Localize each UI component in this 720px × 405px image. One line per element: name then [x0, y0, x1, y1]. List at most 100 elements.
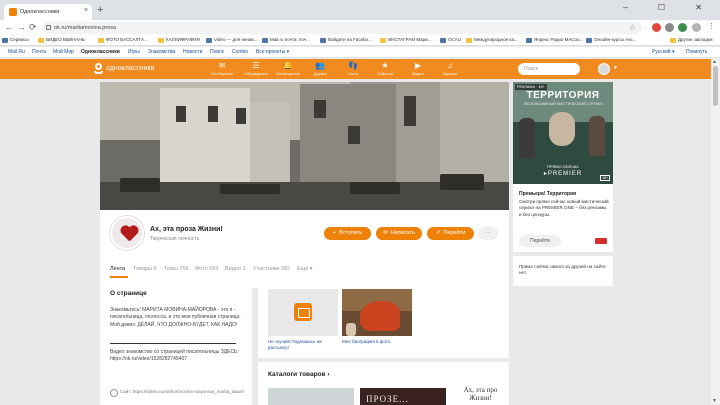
ad-show-subtitle: ЭКСКЛЮЗИВНЫЙ МИСТИЧЕСКИЙ СЕРИАЛ [523, 102, 603, 106]
about-title: О странице [110, 290, 147, 297]
group-type: Творческая личность [150, 236, 200, 242]
scroll-down-icon[interactable]: ▼ [712, 398, 717, 404]
goto-button[interactable]: ↗ Перейти [427, 227, 474, 240]
user-avatar[interactable] [598, 63, 610, 75]
extension-icon[interactable] [652, 23, 661, 32]
subscribe-thumbnail[interactable] [268, 289, 338, 336]
mailru-bar: Mail.Ru Почта Мой Мир Одноклассники Игры… [0, 47, 720, 58]
ad-image[interactable]: РЕКЛАМА · 18+ ТЕРРИТОРИЯ ЭКСКЛЮЗИВНЫЙ МИ… [513, 82, 613, 184]
mailru-link[interactable]: Combo [232, 49, 248, 55]
menu-dots-icon[interactable]: ⋮ [708, 22, 715, 30]
bookmark-item[interactable]: КАЛЛИФРАФИЯ [158, 37, 200, 43]
forward-icon[interactable]: → [17, 22, 26, 32]
logout-link[interactable]: Покинуть [686, 49, 708, 55]
bookmark-item[interactable]: Video — для ненав... [206, 37, 257, 43]
mailru-link[interactable]: Mail.Ru [8, 49, 25, 55]
about-text: Знакомьтесь! МАРИТА МОВИНА-МАЙОРОВА - эт… [110, 307, 241, 328]
about-site-link[interactable]: Сайт: https://ridero.ru/author/movina-ma… [110, 389, 245, 397]
ok-search-input[interactable]: Поиск [518, 63, 580, 75]
chevron-down-icon[interactable]: ▼ [613, 65, 618, 71]
extension-icon[interactable] [678, 23, 687, 32]
catalog-item[interactable]: ПРОЗЕ... [360, 388, 446, 405]
mailru-link[interactable]: Знакомства [148, 49, 175, 55]
music-icon: ♫ [447, 61, 453, 70]
group-avatar[interactable] [110, 216, 144, 250]
browser-tabstrip: Одноклассники × + – ☐ ✕ [0, 0, 720, 20]
biography-album-thumbnail[interactable] [342, 289, 412, 336]
window-controls[interactable]: – ☐ ✕ [623, 3, 716, 12]
bookmark-item-other[interactable]: Другие закладки [670, 37, 712, 43]
bookmark-item[interactable]: ВИДЕО ВВИНАНЬ [38, 37, 85, 43]
tab-topics[interactable]: Темы 766 [164, 266, 189, 272]
back-icon[interactable]: ← [5, 22, 14, 32]
bookmark-item[interactable]: Сервисы [2, 37, 29, 43]
ad-now-text: ПРЯМО СЕЙЧАС [546, 164, 580, 169]
mailru-projects-dropdown[interactable]: Все проекты ▾ [256, 49, 289, 55]
heart-icon [120, 226, 138, 242]
mailru-link[interactable]: Новости [183, 49, 202, 55]
scrollbar-thumb[interactable] [713, 66, 718, 106]
mailru-link[interactable]: Мой Мир [53, 49, 74, 55]
cover-photo[interactable] [100, 82, 509, 210]
screen: Одноклассники × + – ☐ ✕ ← → ⟳ ok.ru/mari… [0, 0, 720, 405]
mail-icon [294, 303, 312, 321]
address-bar[interactable]: ok.ru/maritamovina.prosa ☆ [42, 22, 642, 34]
ok-favicon-icon [9, 8, 17, 16]
tab-goods[interactable]: Товары 6 [133, 266, 157, 272]
ad-goto-button[interactable]: Перейти [519, 235, 561, 247]
ad-heading[interactable]: Премьера! Территория [519, 191, 576, 197]
mailru-link[interactable]: Почта [32, 49, 46, 55]
divider [110, 343, 236, 344]
plus-icon: + [332, 230, 337, 236]
lock-icon [46, 25, 51, 30]
catalog-title[interactable]: Каталоги товаров › [268, 371, 330, 378]
reload-icon[interactable]: ⟳ [29, 22, 37, 33]
nav-music[interactable]: ♫ Музыка [430, 61, 470, 76]
catalog-panel: Каталоги товаров › ПРОЗЕ... Ах, эта про … [258, 362, 509, 405]
join-button[interactable]: + Вступить [324, 227, 371, 240]
message-icon: ✉ [383, 230, 388, 236]
browser-tab[interactable]: Одноклассники × [4, 4, 92, 20]
tab-members[interactable]: Участники 382 [253, 266, 290, 272]
new-tab-button[interactable]: + [97, 5, 103, 16]
bookmark-item[interactable]: OCAU [440, 37, 461, 43]
url-text: ok.ru/maritamovina.prosa [54, 25, 117, 31]
about-video-link[interactable]: Видео знакомство со страницей писательни… [110, 349, 245, 364]
bookmark-item[interactable]: Яндекс Радио МАСоо... [526, 37, 583, 43]
bookmark-star-icon[interactable]: ☆ [629, 23, 636, 32]
premier-logo: ▸PREMIER [543, 171, 583, 177]
mailru-link[interactable]: Поиск [210, 49, 224, 55]
scrollbar[interactable] [711, 59, 720, 405]
mailru-link[interactable]: Игры [128, 49, 140, 55]
more-button[interactable]: ··· [478, 227, 498, 240]
ok-logo-icon[interactable] [94, 63, 103, 75]
browser-toolbar: ← → ⟳ ok.ru/maritamovina.prosa ☆ ⋮ [0, 20, 720, 36]
bookmark-item[interactable]: ФОТО БАССАЛТА... [98, 37, 148, 43]
biography-caption[interactable]: Моя биография в фото [342, 339, 414, 345]
catalog-item[interactable]: Ах, эта про Жизни! [452, 386, 509, 405]
bookmark-item[interactable]: Онлайн-курсы Анс... [586, 37, 637, 43]
ok-header: одноклассники ✉ Сообщения ☰ Обсуждения 🔔 Оп… [0, 59, 720, 79]
bookmark-item[interactable]: ИНСТАГРАМ Мари... [380, 37, 431, 43]
bookmark-item[interactable]: Международное ка... [466, 37, 518, 43]
tab-videos[interactable]: Видео 1 [225, 266, 246, 272]
ad-banner[interactable]: РЕКЛАМА · 18+ ТЕРРИТОРИЯ ЭКСКЛЮЗИВНЫЙ МИ… [513, 82, 613, 252]
language-dropdown[interactable]: Русский ▾ [652, 49, 674, 55]
subscribe-caption[interactable]: Не скучай! Подпишись на рассылку! [268, 339, 340, 351]
chevron-right-icon: › [327, 371, 330, 378]
tab-photos[interactable]: Фото 693 [195, 266, 218, 272]
ad-text: Смотри прямо сейчас новый мистический се… [519, 199, 609, 217]
tab-more[interactable]: Ещё ▾ [297, 266, 313, 272]
tab-close-icon[interactable]: × [84, 7, 88, 14]
extension-icon[interactable] [665, 23, 674, 32]
catalog-item[interactable] [268, 388, 354, 405]
scroll-up-icon[interactable]: ▲ [712, 59, 717, 65]
mailru-link-active[interactable]: Одноклассники [81, 49, 120, 55]
bookmark-item[interactable]: Войдите на Facebo... [320, 37, 372, 43]
tab-feed[interactable]: Лента [110, 266, 125, 272]
profile-icon[interactable] [692, 23, 701, 32]
bookmark-item[interactable]: Mail.ru почта: поч... [262, 37, 310, 43]
age-rating-badge: 18+ [600, 175, 610, 181]
ok-brand[interactable]: одноклассники [106, 65, 154, 72]
write-button[interactable]: ✉ Написать [376, 227, 422, 240]
